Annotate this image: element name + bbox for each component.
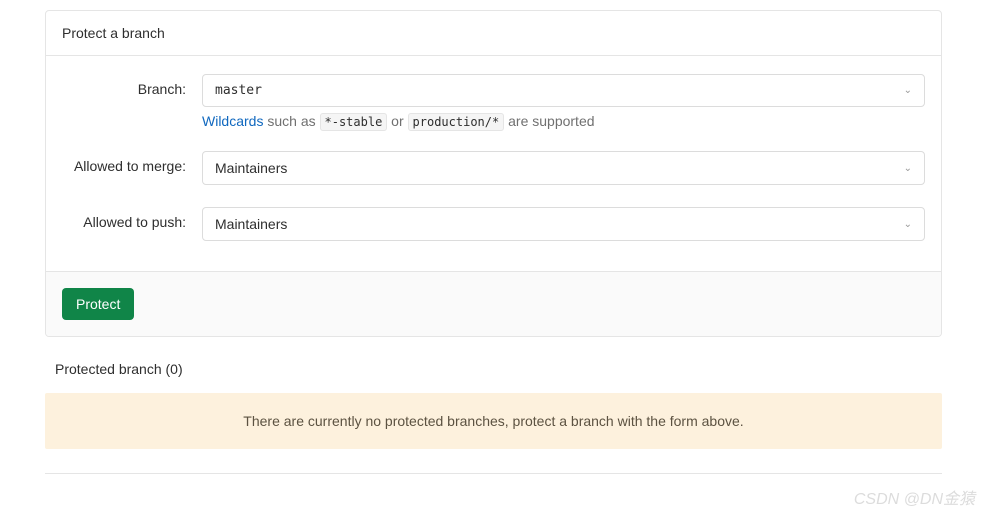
help-code-1: *-stable bbox=[320, 113, 388, 131]
help-text-1: such as bbox=[263, 113, 319, 129]
help-text-2: or bbox=[387, 113, 407, 129]
branch-help-text: Wildcards such as *-stable or production… bbox=[202, 113, 925, 129]
protect-button[interactable]: Protect bbox=[62, 288, 134, 320]
empty-state-alert: There are currently no protected branche… bbox=[45, 393, 942, 449]
protect-branch-panel: Protect a branch Branch: master ⌄ Wildca… bbox=[45, 10, 942, 337]
allowed-push-value: Maintainers bbox=[215, 216, 287, 232]
allowed-merge-control-wrap: Maintainers ⌄ bbox=[202, 151, 925, 185]
divider bbox=[45, 473, 942, 474]
branch-control-wrap: master ⌄ Wildcards such as *-stable or p… bbox=[202, 74, 925, 129]
watermark-text: CSDN @DN金猿 bbox=[854, 485, 975, 509]
panel-title: Protect a branch bbox=[46, 11, 941, 56]
branch-dropdown[interactable]: master ⌄ bbox=[202, 74, 925, 107]
allowed-push-dropdown[interactable]: Maintainers ⌄ bbox=[202, 207, 925, 241]
branch-dropdown-value: master bbox=[215, 83, 262, 98]
branch-row: Branch: master ⌄ Wildcards such as *-sta… bbox=[62, 74, 925, 129]
allowed-push-control-wrap: Maintainers ⌄ bbox=[202, 207, 925, 241]
branch-label: Branch: bbox=[62, 74, 202, 97]
wildcards-link[interactable]: Wildcards bbox=[202, 113, 263, 129]
chevron-down-icon: ⌄ bbox=[904, 163, 912, 174]
help-code-2: production/* bbox=[408, 113, 505, 131]
panel-footer: Protect bbox=[46, 271, 941, 336]
allowed-push-row: Allowed to push: Maintainers ⌄ bbox=[62, 207, 925, 241]
chevron-down-icon: ⌄ bbox=[904, 85, 912, 96]
help-text-3: are supported bbox=[504, 113, 594, 129]
allowed-merge-label: Allowed to merge: bbox=[62, 151, 202, 174]
allowed-push-label: Allowed to push: bbox=[62, 207, 202, 230]
allowed-merge-row: Allowed to merge: Maintainers ⌄ bbox=[62, 151, 925, 185]
allowed-merge-value: Maintainers bbox=[215, 160, 287, 176]
chevron-down-icon: ⌄ bbox=[904, 219, 912, 230]
protected-branch-title: Protected branch (0) bbox=[55, 361, 942, 377]
allowed-merge-dropdown[interactable]: Maintainers ⌄ bbox=[202, 151, 925, 185]
panel-body: Branch: master ⌄ Wildcards such as *-sta… bbox=[46, 56, 941, 271]
